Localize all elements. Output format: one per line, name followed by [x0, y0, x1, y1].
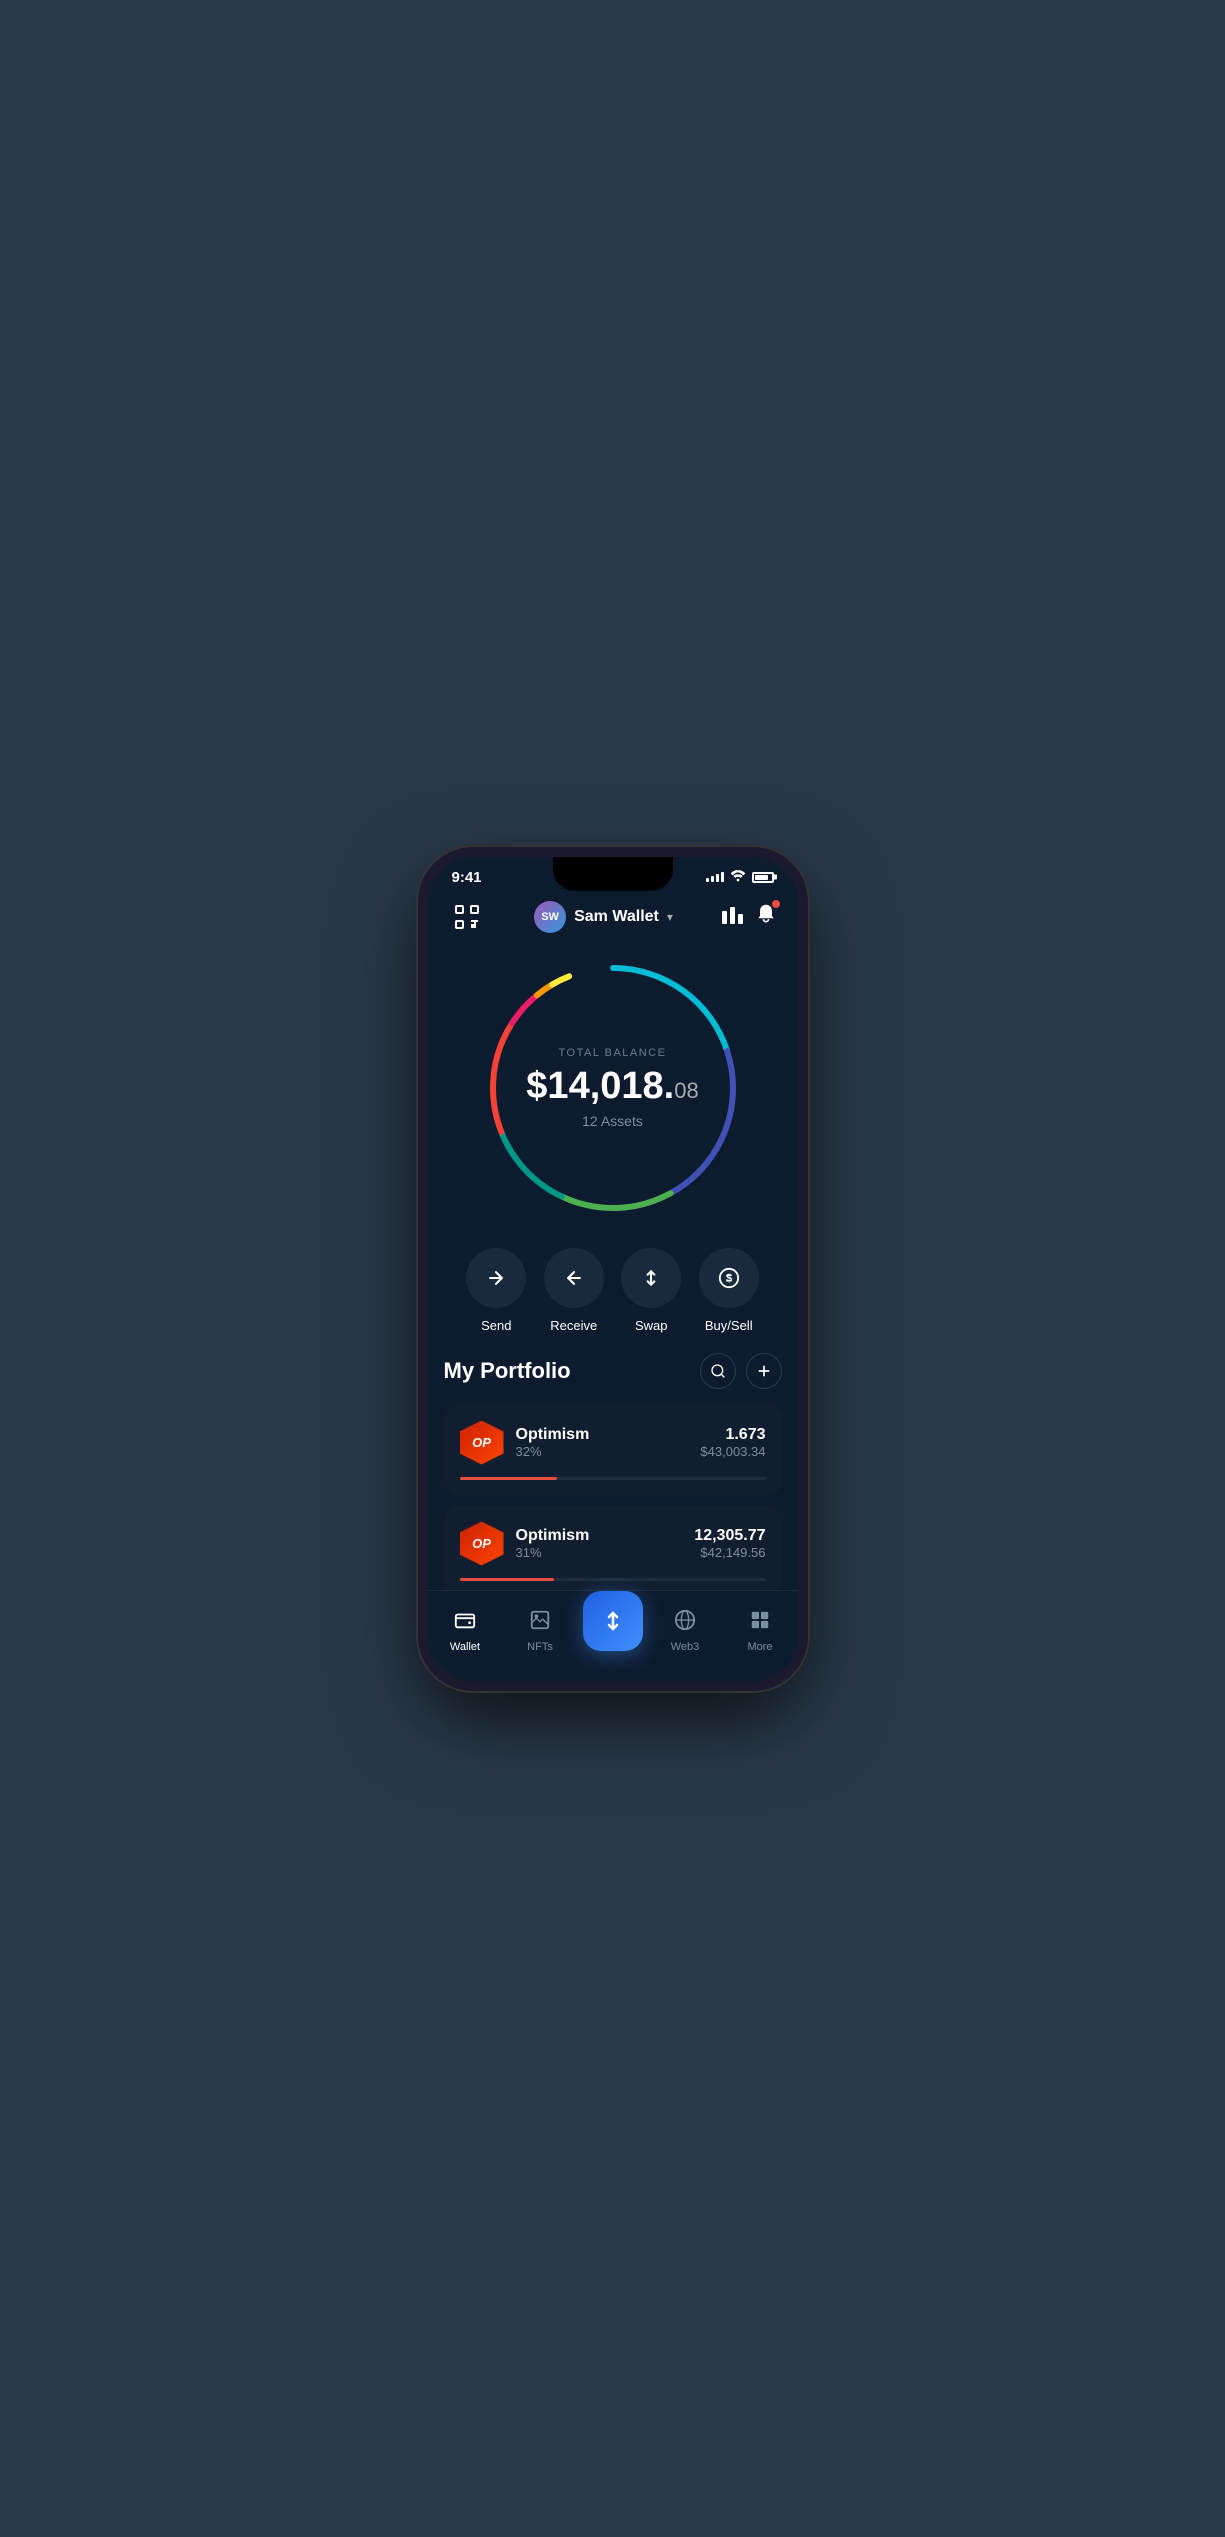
swap-label: Swap [635, 1318, 668, 1333]
asset-pct-2: 31% [516, 1545, 683, 1560]
chevron-down-icon: ▾ [667, 910, 673, 924]
portfolio-header: My Portfolio [444, 1353, 782, 1389]
asset-name-1: Optimism [516, 1426, 689, 1444]
balance-label: TOTAL BALANCE [526, 1047, 698, 1059]
notch [553, 857, 673, 891]
bell-icon [755, 908, 777, 930]
header-right [721, 903, 777, 931]
nav-wallet[interactable]: Wallet [428, 1609, 503, 1653]
asset-name-2: Optimism [516, 1527, 683, 1545]
nfts-nav-icon [529, 1609, 551, 1637]
asset-usd-1: $43,003.34 [700, 1444, 765, 1459]
buysell-button[interactable]: $ Buy/Sell [699, 1248, 759, 1333]
receive-button[interactable]: Receive [544, 1248, 604, 1333]
buysell-icon-circle: $ [699, 1248, 759, 1308]
nav-center-item [578, 1601, 648, 1661]
swap-button[interactable]: Swap [621, 1248, 681, 1333]
svg-text:$: $ [726, 1272, 732, 1284]
send-label: Send [481, 1318, 511, 1333]
asset-bar-fill-2 [460, 1578, 555, 1581]
portfolio-title: My Portfolio [444, 1358, 571, 1384]
wifi-icon [730, 870, 746, 885]
asset-bar-bg-1 [460, 1477, 766, 1480]
swap-icon-circle [621, 1248, 681, 1308]
wallet-nav-icon [454, 1609, 476, 1637]
scan-icon[interactable] [448, 898, 486, 936]
balance-main: $14,018. [526, 1065, 674, 1107]
balance-section: TOTAL BALANCE $14,018.08 12 Assets [428, 948, 798, 1238]
search-button[interactable] [700, 1353, 736, 1389]
more-nav-icon [749, 1609, 771, 1637]
phone-frame: 9:41 [418, 847, 808, 1691]
avatar: SW [534, 901, 566, 933]
receive-icon-circle [544, 1248, 604, 1308]
header: SW Sam Wallet ▾ [428, 890, 798, 948]
asset-logo-op1: OP [460, 1421, 504, 1465]
buysell-label: Buy/Sell [705, 1318, 753, 1333]
wallet-selector[interactable]: SW Sam Wallet ▾ [534, 901, 673, 933]
web3-nav-icon [674, 1609, 696, 1637]
nav-more-label: More [747, 1641, 772, 1653]
asset-amount-1: 1.673 [700, 1426, 765, 1444]
asset-values-1: 1.673 $43,003.34 [700, 1426, 765, 1459]
asset-card-2[interactable]: OP Optimism 31% 12,305.77 $42,149.56 [444, 1506, 782, 1590]
nav-more[interactable]: More [723, 1609, 798, 1653]
asset-info-2: Optimism 31% [516, 1527, 683, 1560]
nav-nfts-label: NFTs [527, 1641, 553, 1653]
battery-icon [752, 872, 774, 883]
phone-screen: 9:41 [428, 857, 798, 1681]
bottom-nav: Wallet NFTs [428, 1590, 798, 1681]
send-button[interactable]: Send [466, 1248, 526, 1333]
asset-info-1: Optimism 32% [516, 1426, 689, 1459]
chart-icon[interactable] [721, 903, 743, 931]
asset-pct-1: 32% [516, 1444, 689, 1459]
bell-wrapper[interactable] [755, 903, 777, 931]
receive-label: Receive [550, 1318, 597, 1333]
balance-circle: TOTAL BALANCE $14,018.08 12 Assets [483, 958, 743, 1218]
send-icon-circle [466, 1248, 526, 1308]
signal-icon [706, 872, 724, 882]
asset-row: OP Optimism 32% 1.673 $43,003.34 [460, 1421, 766, 1465]
asset-logo-op2: OP [460, 1522, 504, 1566]
asset-amount-2: 12,305.77 [694, 1527, 765, 1545]
add-asset-button[interactable] [746, 1353, 782, 1389]
portfolio-actions [700, 1353, 782, 1389]
balance-info: TOTAL BALANCE $14,018.08 12 Assets [526, 1047, 698, 1129]
nav-wallet-label: Wallet [450, 1641, 480, 1653]
nav-web3[interactable]: Web3 [648, 1609, 723, 1653]
nav-web3-label: Web3 [671, 1641, 700, 1653]
balance-amount: $14,018.08 [526, 1067, 698, 1105]
asset-row-2: OP Optimism 31% 12,305.77 $42,149.56 [460, 1522, 766, 1566]
nav-center-button[interactable] [583, 1591, 643, 1651]
status-icons [706, 870, 774, 885]
notification-badge [771, 899, 781, 909]
asset-values-2: 12,305.77 $42,149.56 [694, 1527, 765, 1560]
asset-card[interactable]: OP Optimism 32% 1.673 $43,003.34 [444, 1405, 782, 1496]
balance-assets-count: 12 Assets [526, 1113, 698, 1129]
asset-usd-2: $42,149.56 [694, 1545, 765, 1560]
nav-nfts[interactable]: NFTs [503, 1609, 578, 1653]
wallet-name-label: Sam Wallet [574, 908, 659, 926]
action-buttons: Send Receive [428, 1238, 798, 1353]
asset-bar-fill-1 [460, 1477, 558, 1480]
asset-bar-bg-2 [460, 1578, 766, 1581]
portfolio-section: My Portfolio [428, 1353, 798, 1590]
balance-cents: 08 [674, 1078, 698, 1103]
status-time: 9:41 [452, 869, 482, 886]
